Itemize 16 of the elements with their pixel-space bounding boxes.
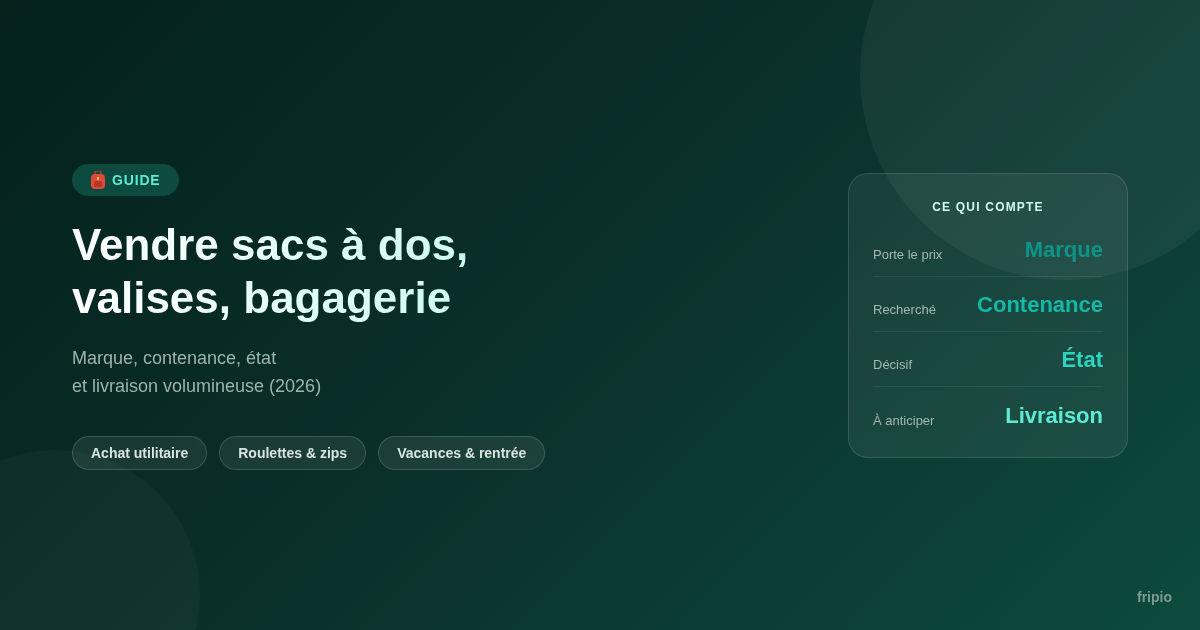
tag-chip: Achat utilitaire [72,436,208,470]
tag-chip: Roulettes & zips [219,436,367,470]
row-label: Recherché [873,300,936,319]
row-value: Marque [1024,236,1103,264]
subtitle: Marque, contenance, état et livraison volumineuse (2026) [72,347,323,398]
row-value: État [1061,346,1103,374]
card-heading: CE QUI COMPTE [931,199,1045,216]
badge-label: GUIDE [112,170,161,190]
brand-logo: fripio [1137,588,1172,607]
tag-chip: Vacances & rentrée [378,436,546,470]
row-value: Contenance [977,291,1103,319]
row-label: Porte le prix [873,245,943,264]
backpack-icon [90,171,106,189]
row-label: Décisif [873,355,912,374]
row-label: À anticiper [873,411,935,430]
row-value: Livraison [1005,402,1103,430]
